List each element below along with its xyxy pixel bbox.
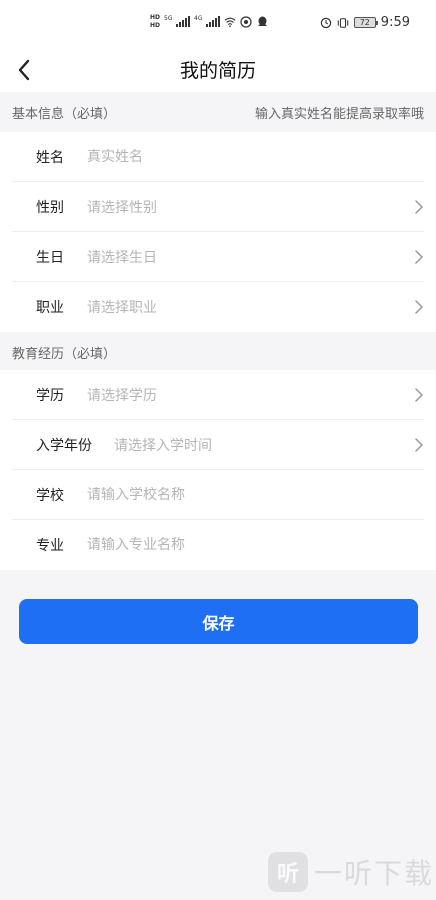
education-card: 学历 请选择学历 入学年份 请选择入学时间 学校 专业 — [0, 370, 436, 570]
sync-icon — [240, 16, 252, 28]
vibrate-icon — [337, 17, 349, 29]
network-type-2: 4G — [194, 15, 203, 22]
watermark-text: 一听下载 — [313, 857, 434, 890]
alarm-icon — [320, 17, 332, 29]
signal-icon-2: 4G — [194, 15, 221, 29]
degree-row[interactable]: 学历 请选择学历 — [12, 370, 424, 420]
enrollment-year-placeholder: 请选择入学时间 — [114, 437, 212, 454]
hd-label-top: HD — [150, 14, 161, 21]
hd-indicator: HD HD — [150, 14, 160, 30]
school-row[interactable]: 学校 — [12, 470, 424, 520]
school-label: 学校 — [36, 487, 64, 504]
occupation-label: 职业 — [36, 300, 64, 316]
birthday-row[interactable]: 生日 请选择生日 — [12, 232, 424, 282]
basic-info-hint: 输入真实姓名能提高录取率哦 — [254, 106, 424, 122]
page-title: 我的简历 — [179, 60, 256, 82]
school-input[interactable] — [87, 486, 424, 503]
enrollment-year-row[interactable]: 入学年份 请选择入学时间 — [12, 420, 424, 470]
chevron-right-icon — [415, 388, 423, 402]
watermark: 听 一听下载 — [267, 852, 434, 892]
basic-info-title: 基本信息（必填） — [12, 106, 117, 122]
name-row[interactable]: 姓名 — [12, 132, 424, 182]
status-right-icons: 72 9:59 — [320, 15, 410, 30]
gender-label: 性别 — [36, 199, 64, 216]
gender-row[interactable]: 性别 请选择性别 — [12, 182, 424, 232]
network-type-1: 5G — [164, 15, 173, 22]
basic-info-header: 基本信息（必填） 输入真实姓名能提高录取率哦 — [0, 92, 436, 132]
signal-icon-1: 5G — [164, 15, 191, 29]
gender-placeholder: 请选择性别 — [87, 199, 157, 216]
save-button[interactable]: 保存 — [19, 599, 418, 644]
name-value[interactable] — [87, 148, 424, 165]
education-title: 教育经历（必填） — [12, 346, 117, 362]
status-bar: HD HD 5G 4G 72 9:59 — [0, 0, 436, 48]
hd-label-bottom: HD — [150, 22, 161, 29]
chevron-right-icon — [415, 250, 423, 264]
enrollment-year-label: 入学年份 — [36, 437, 92, 454]
clock: 9:59 — [380, 15, 410, 30]
battery-level: 72 — [359, 18, 370, 27]
major-label: 专业 — [36, 538, 64, 554]
degree-label: 学历 — [36, 387, 64, 404]
basic-info-card: 姓名 性别 请选择性别 生日 请选择生日 职业 请选择职业 — [0, 132, 436, 332]
birthday-placeholder: 请选择生日 — [87, 249, 157, 266]
major-row[interactable]: 专业 — [12, 520, 424, 570]
chevron-right-icon — [415, 200, 423, 214]
name-label: 姓名 — [36, 149, 64, 166]
occupation-row[interactable]: 职业 请选择职业 — [12, 282, 424, 332]
degree-placeholder: 请选择学历 — [87, 387, 157, 404]
chevron-right-icon — [415, 438, 423, 452]
watermark-logo-char: 听 — [276, 862, 299, 887]
name-input[interactable] — [87, 148, 424, 165]
school-value[interactable] — [87, 486, 424, 503]
battery-icon: 72 — [353, 17, 378, 28]
wifi-icon — [224, 16, 236, 28]
major-value[interactable] — [87, 537, 424, 553]
nav-bar: 我的简历 — [0, 48, 436, 92]
education-header: 教育经历（必填） — [0, 332, 436, 372]
qq-icon — [256, 16, 268, 28]
major-input[interactable] — [87, 537, 424, 553]
birthday-label: 生日 — [36, 249, 64, 266]
occupation-placeholder: 请选择职业 — [87, 300, 157, 316]
watermark-logo: 听 — [267, 852, 308, 892]
status-left-icons: HD HD 5G 4G — [150, 14, 268, 30]
chevron-right-icon — [415, 300, 423, 314]
